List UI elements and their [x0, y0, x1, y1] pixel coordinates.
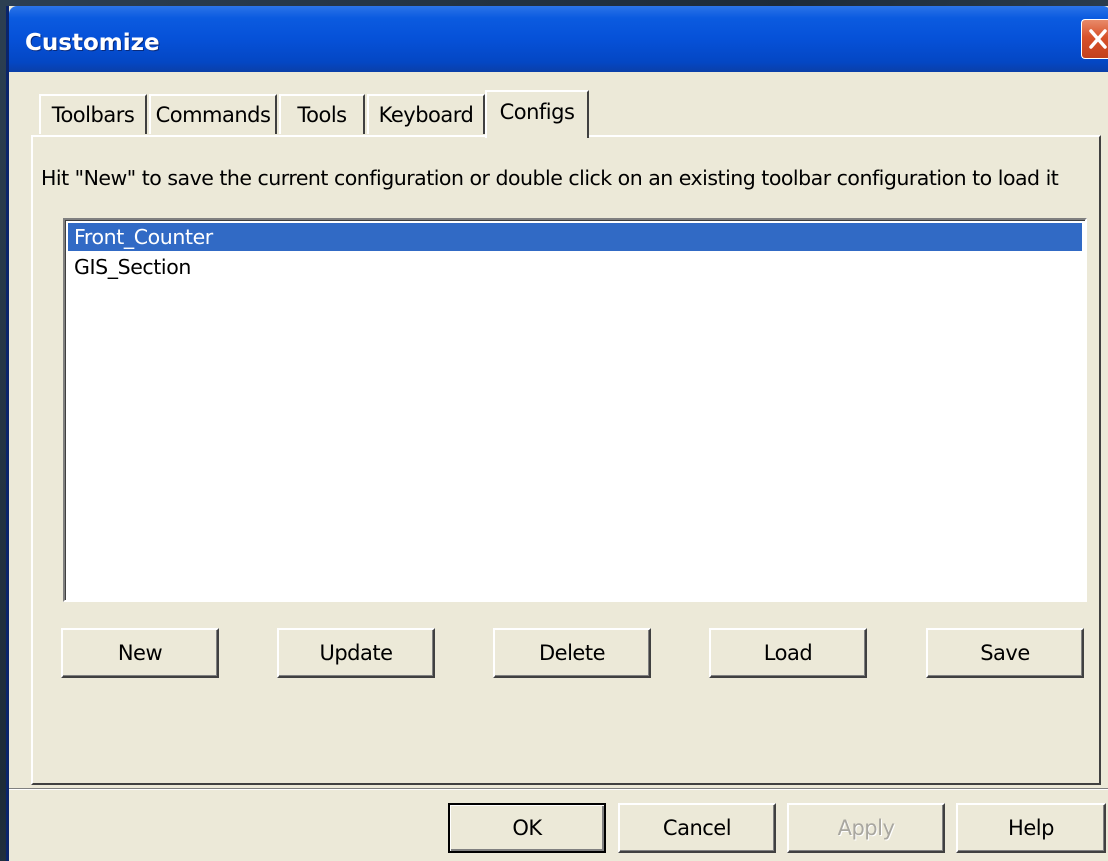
- close-icon: [1089, 29, 1107, 49]
- close-button[interactable]: [1081, 19, 1108, 59]
- dialog-client: Toolbars Commands Tools Keyboard Configs…: [9, 72, 1108, 861]
- tab-keyboard[interactable]: Keyboard: [367, 94, 485, 134]
- apply-button: Apply: [787, 803, 945, 853]
- tab-label: Keyboard: [378, 103, 474, 127]
- customize-dialog: Customize Toolbars Commands Tools Keyboa…: [6, 6, 1108, 861]
- list-item[interactable]: GIS_Section: [68, 253, 1082, 281]
- configs-list[interactable]: Front_Counter GIS_Section: [63, 218, 1087, 602]
- tab-toolbars[interactable]: Toolbars: [39, 94, 147, 134]
- list-item[interactable]: Front_Counter: [68, 223, 1082, 251]
- tab-label: Configs: [499, 100, 575, 124]
- title-bar[interactable]: Customize: [9, 6, 1108, 72]
- tab-label: Tools: [297, 103, 347, 127]
- footer-separator: [9, 788, 1108, 790]
- tab-configs[interactable]: Configs: [485, 90, 589, 138]
- configs-hint: Hit "New" to save the current configurat…: [41, 166, 1059, 190]
- window-title: Customize: [25, 30, 160, 56]
- tab-label: Toolbars: [51, 103, 135, 127]
- help-button[interactable]: Help: [956, 803, 1106, 853]
- tab-label: Commands: [155, 103, 271, 127]
- new-button[interactable]: New: [61, 628, 219, 678]
- update-button[interactable]: Update: [277, 628, 435, 678]
- ok-button[interactable]: OK: [448, 803, 606, 853]
- tab-tools[interactable]: Tools: [279, 94, 365, 134]
- tab-commands[interactable]: Commands: [149, 94, 277, 134]
- delete-button[interactable]: Delete: [493, 628, 651, 678]
- cancel-button[interactable]: Cancel: [618, 803, 776, 853]
- save-button[interactable]: Save: [926, 628, 1084, 678]
- load-button[interactable]: Load: [709, 628, 867, 678]
